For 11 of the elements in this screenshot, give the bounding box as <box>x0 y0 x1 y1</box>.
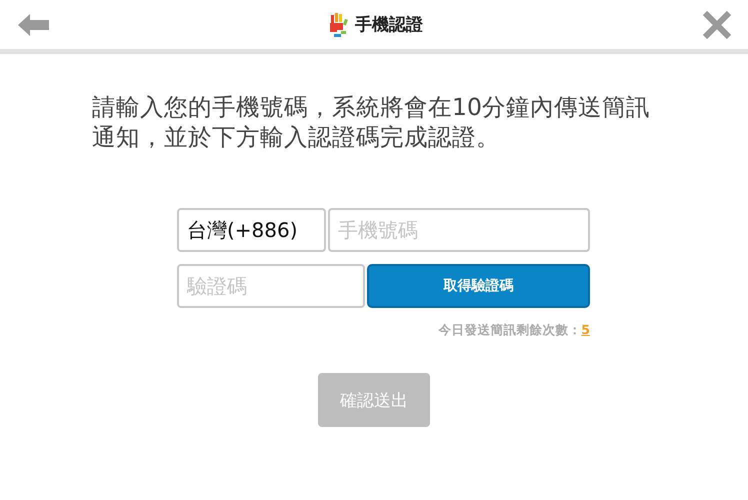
phone-field[interactable]: 手機號碼 <box>328 208 590 252</box>
hand-logo-icon <box>329 12 349 38</box>
remaining-count: 5 <box>581 322 590 337</box>
instructions-text: 請輸入您的手機號碼，系統將會在10分鐘內傳送簡訊通知，並於下方輸入認證碼完成認證。 <box>92 92 651 152</box>
code-field[interactable]: 驗證碼 <box>177 264 365 308</box>
close-icon[interactable] <box>702 10 732 40</box>
back-arrow-icon[interactable] <box>18 12 50 36</box>
page-title: 手機認證 <box>355 14 423 36</box>
country-field[interactable]: 台灣(+886) <box>177 208 326 252</box>
remaining-label: 今日發送簡訊剩餘次數： <box>438 322 582 337</box>
get-code-button[interactable]: 取得驗證碼 <box>367 264 590 308</box>
